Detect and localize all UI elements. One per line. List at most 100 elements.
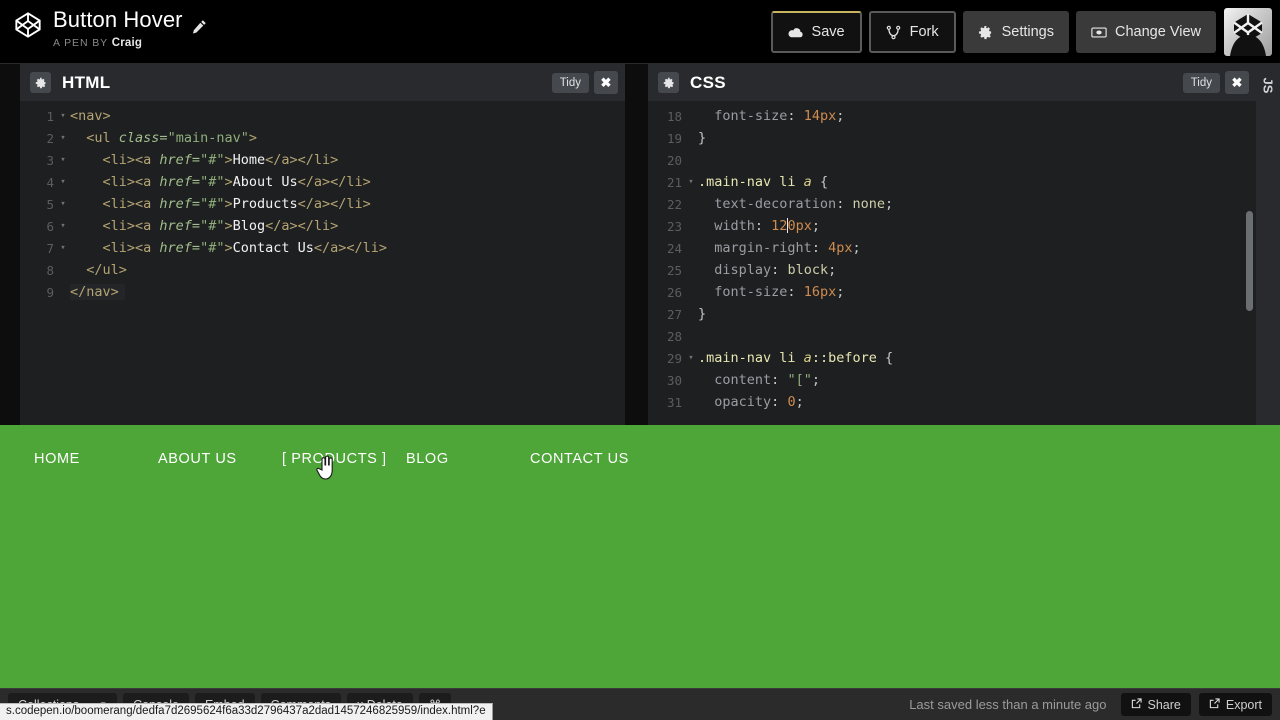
gear-icon[interactable]: [30, 72, 51, 93]
pen-byline: A PEN BY Craig: [53, 37, 207, 49]
css-tidy-button[interactable]: Tidy: [1182, 72, 1220, 93]
code-fold-icon[interactable]: ▾: [56, 221, 70, 231]
code-line[interactable]: 29 ▾ .main-nav li a::before {: [648, 347, 1256, 369]
preview-pane: HOME ABOUT US[ PRODUCTS ] BLOG CONTACT US: [0, 425, 1280, 688]
page-title: Button Hover: [53, 6, 207, 34]
line-number: 19: [666, 130, 682, 146]
line-number: 6: [46, 218, 54, 234]
code-fold-icon[interactable]: ▾: [684, 177, 698, 187]
code-line[interactable]: 7 ▾ <li><a href="#">Contact Us</a></li>: [20, 237, 625, 259]
nav-link-3[interactable]: BLOG: [406, 451, 530, 467]
code-line[interactable]: 22 text-decoration: none;: [648, 193, 1256, 215]
line-number: 28: [666, 328, 682, 344]
css-code-lines: 18 font-size: 14px; 19} 20 21 ▾ .main-nav li …: [648, 101, 1256, 413]
code-text: <ul class="main-nav">: [86, 130, 257, 146]
code-line[interactable]: 1 ▾ <nav>: [20, 105, 625, 127]
byline-prefix: A PEN BY: [53, 37, 108, 49]
code-fold-icon[interactable]: ▾: [56, 155, 70, 165]
code-line[interactable]: 3 ▾ <li><a href="#">Home</a></li>: [20, 149, 625, 171]
fork-button-label: Fork: [909, 24, 939, 40]
code-fold-icon[interactable]: ▾: [56, 243, 70, 253]
code-line[interactable]: 2 ▾ <ul class="main-nav">: [20, 127, 625, 149]
settings-button[interactable]: Settings: [962, 11, 1069, 53]
code-line[interactable]: 23 width: 120px;: [648, 215, 1256, 237]
code-fold-icon[interactable]: ▾: [56, 111, 70, 121]
code-line[interactable]: 5 ▾ <li><a href="#">Products</a></li>: [20, 193, 625, 215]
line-number: 2: [46, 130, 54, 146]
html-close-icon[interactable]: ✖: [594, 71, 618, 94]
view-icon: [1091, 24, 1107, 40]
code-fold-icon[interactable]: ▾: [56, 199, 70, 209]
line-number: 26: [666, 284, 682, 300]
code-line[interactable]: 26 font-size: 16px;: [648, 281, 1256, 303]
html-tidy-button[interactable]: Tidy: [551, 72, 589, 93]
nav-link-1[interactable]: ABOUT US: [158, 451, 282, 467]
js-panel-collapsed-tab[interactable]: JS: [1256, 64, 1280, 425]
code-line[interactable]: 31 opacity: 0;: [648, 391, 1256, 413]
code-fold-icon[interactable]: ▾: [56, 133, 70, 143]
pen-title-text: Button Hover: [53, 7, 183, 32]
fork-button[interactable]: Fork: [868, 11, 956, 53]
code-line[interactable]: 30 content: "[";: [648, 369, 1256, 391]
gear-icon[interactable]: [658, 72, 679, 93]
code-text: margin-right: 4px;: [714, 240, 861, 256]
code-line[interactable]: 8 </ul>: [20, 259, 625, 281]
line-number: 23: [666, 218, 682, 234]
pencil-icon[interactable]: [192, 13, 207, 34]
code-fold-icon[interactable]: ▾: [684, 353, 698, 363]
code-line[interactable]: 28: [648, 325, 1256, 347]
line-number: 7: [46, 240, 54, 256]
line-number: 4: [46, 174, 54, 190]
line-number: 21: [666, 174, 682, 190]
code-line[interactable]: 6 ▾ <li><a href="#">Blog</a></li>: [20, 215, 625, 237]
avatar[interactable]: [1224, 8, 1272, 56]
code-line[interactable]: 21 ▾ .main-nav li a {: [648, 171, 1256, 193]
code-text: <li><a href="#">Home</a></li>: [102, 152, 339, 168]
share-button-label: Share: [1147, 697, 1181, 712]
html-code-lines: 1 ▾ <nav> 2 ▾ <ul class="main-nav"> 3 ▾ <li><a…: [20, 101, 625, 303]
export-button[interactable]: Export: [1198, 693, 1272, 716]
css-close-icon[interactable]: ✖: [1225, 71, 1249, 94]
html-code-area[interactable]: 1 ▾ <nav> 2 ▾ <ul class="main-nav"> 3 ▾ <li><a…: [20, 101, 625, 425]
code-text: display: block;: [714, 262, 837, 278]
status-bar-url: s.codepen.io/boomerang/dedfa7d2695624f6a…: [0, 703, 493, 720]
code-line[interactable]: 19}: [648, 127, 1256, 149]
pen-author[interactable]: Craig: [112, 37, 142, 49]
save-button[interactable]: Save: [770, 11, 862, 53]
js-tab-label: JS: [1260, 77, 1276, 94]
code-fold-icon[interactable]: ▾: [56, 177, 70, 187]
code-line[interactable]: 20: [648, 149, 1256, 171]
code-line[interactable]: 27}: [648, 303, 1256, 325]
line-number: 30: [666, 372, 682, 388]
nav-link-4[interactable]: CONTACT US: [530, 451, 654, 467]
change-view-button[interactable]: Change View: [1076, 11, 1216, 53]
saved-status: Last saved less than a minute ago: [909, 697, 1107, 712]
css-panel-controls: Tidy ✖: [1182, 71, 1249, 94]
settings-button-label: Settings: [1001, 24, 1054, 40]
line-number: 29: [666, 350, 682, 366]
codepen-logo-icon: [14, 11, 42, 39]
code-text: <li><a href="#">Products</a></li>: [102, 196, 371, 212]
code-text: }: [698, 130, 707, 146]
css-code-area[interactable]: 18 font-size: 14px; 19} 20 21 ▾ .main-nav li …: [648, 101, 1256, 425]
code-line[interactable]: 18 font-size: 14px;: [648, 105, 1256, 127]
code-line[interactable]: 24 margin-right: 4px;: [648, 237, 1256, 259]
export-button-label: Export: [1225, 697, 1262, 712]
code-text: content: "[";: [714, 372, 820, 388]
nav-link-0[interactable]: HOME: [34, 451, 158, 467]
line-number: 3: [46, 152, 54, 168]
css-vertical-scrollbar[interactable]: [1246, 211, 1253, 311]
html-panel-header: HTML Tidy ✖: [20, 64, 625, 101]
external-link-icon: [1209, 697, 1220, 712]
code-line[interactable]: 9 </nav>: [20, 281, 625, 303]
code-line[interactable]: 4 ▾ <li><a href="#">About Us</a></li>: [20, 171, 625, 193]
code-text: </nav>: [70, 284, 125, 300]
cloud-icon: [788, 24, 804, 40]
line-number: 18: [666, 108, 682, 124]
share-button[interactable]: Share: [1120, 693, 1191, 716]
html-panel-controls: Tidy ✖: [551, 71, 618, 94]
css-panel-title: CSS: [690, 72, 726, 92]
code-line[interactable]: 25 display: block;: [648, 259, 1256, 281]
codepen-editor-app: Button Hover A PEN BY Craig Save Fork Se…: [0, 0, 1280, 720]
nav-link-2[interactable]: [ PRODUCTS ]: [282, 451, 406, 467]
